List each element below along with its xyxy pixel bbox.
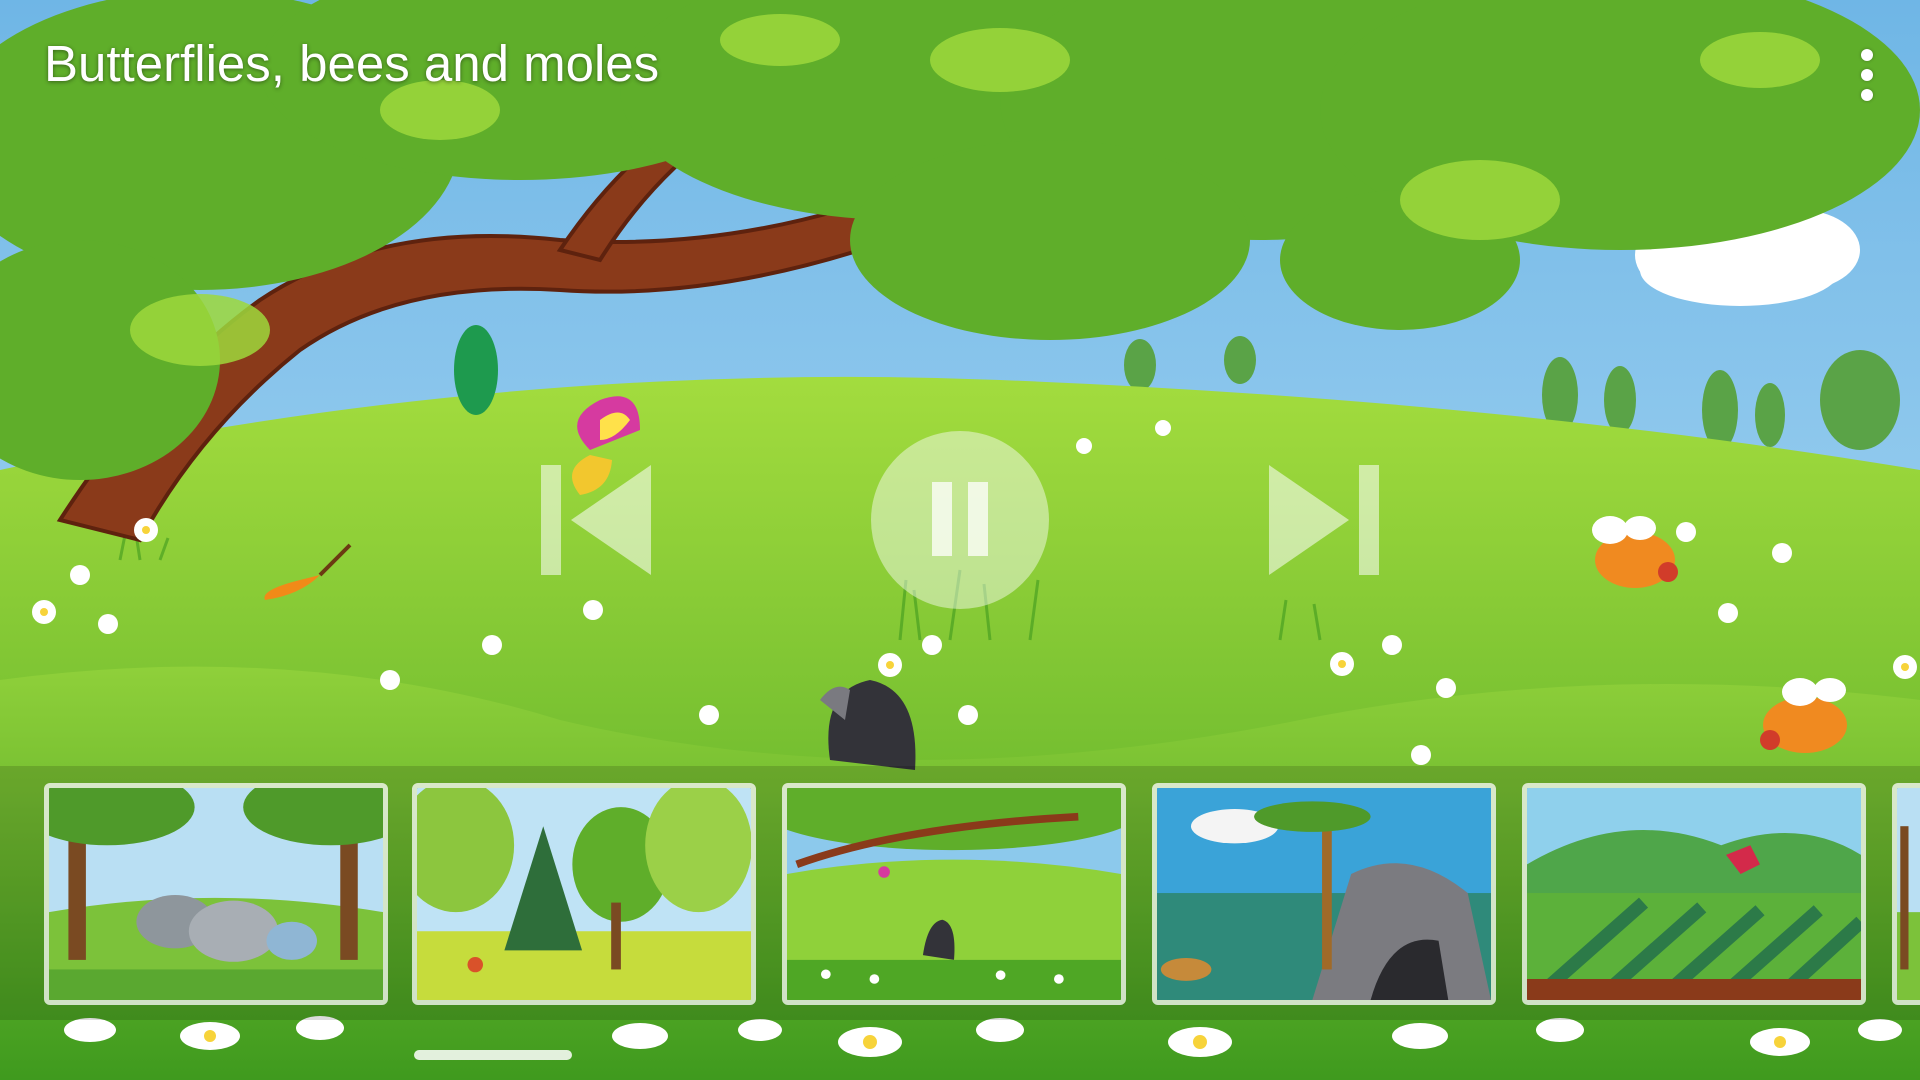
more-vert-icon-dot	[1861, 69, 1873, 81]
playlist-item-cave[interactable]	[1152, 783, 1496, 1005]
playlist-item-meadow[interactable]	[782, 783, 1126, 1005]
more-vert-icon-dot	[1861, 89, 1873, 101]
skip-previous-icon	[541, 465, 651, 575]
thumbnail-elephants-image	[49, 788, 383, 1000]
playlist-item-partial[interactable]	[1892, 783, 1920, 1005]
more-options-button[interactable]	[1842, 40, 1892, 110]
thumbnail-cave-image	[1157, 788, 1491, 1000]
playlist-item-elephants[interactable]	[44, 783, 388, 1005]
thumbnail-field-image	[1527, 788, 1861, 1000]
playlist-scroll-indicator[interactable]	[414, 1050, 572, 1060]
skip-next-icon	[1269, 465, 1379, 575]
pause-icon	[871, 431, 1049, 609]
skip-previous-button[interactable]	[535, 463, 655, 578]
playlist-item-forest[interactable]	[412, 783, 756, 1005]
thumbnail-meadow-image	[787, 788, 1121, 1000]
skip-next-button[interactable]	[1265, 463, 1385, 578]
more-vert-icon	[1861, 49, 1873, 61]
playlist-item-field[interactable]	[1522, 783, 1866, 1005]
thumbnail-forest-image	[417, 788, 751, 1000]
video-title: Butterflies, bees and moles	[44, 35, 660, 92]
thumbnail-partial-image	[1897, 788, 1920, 1000]
pause-button[interactable]	[870, 430, 1050, 610]
